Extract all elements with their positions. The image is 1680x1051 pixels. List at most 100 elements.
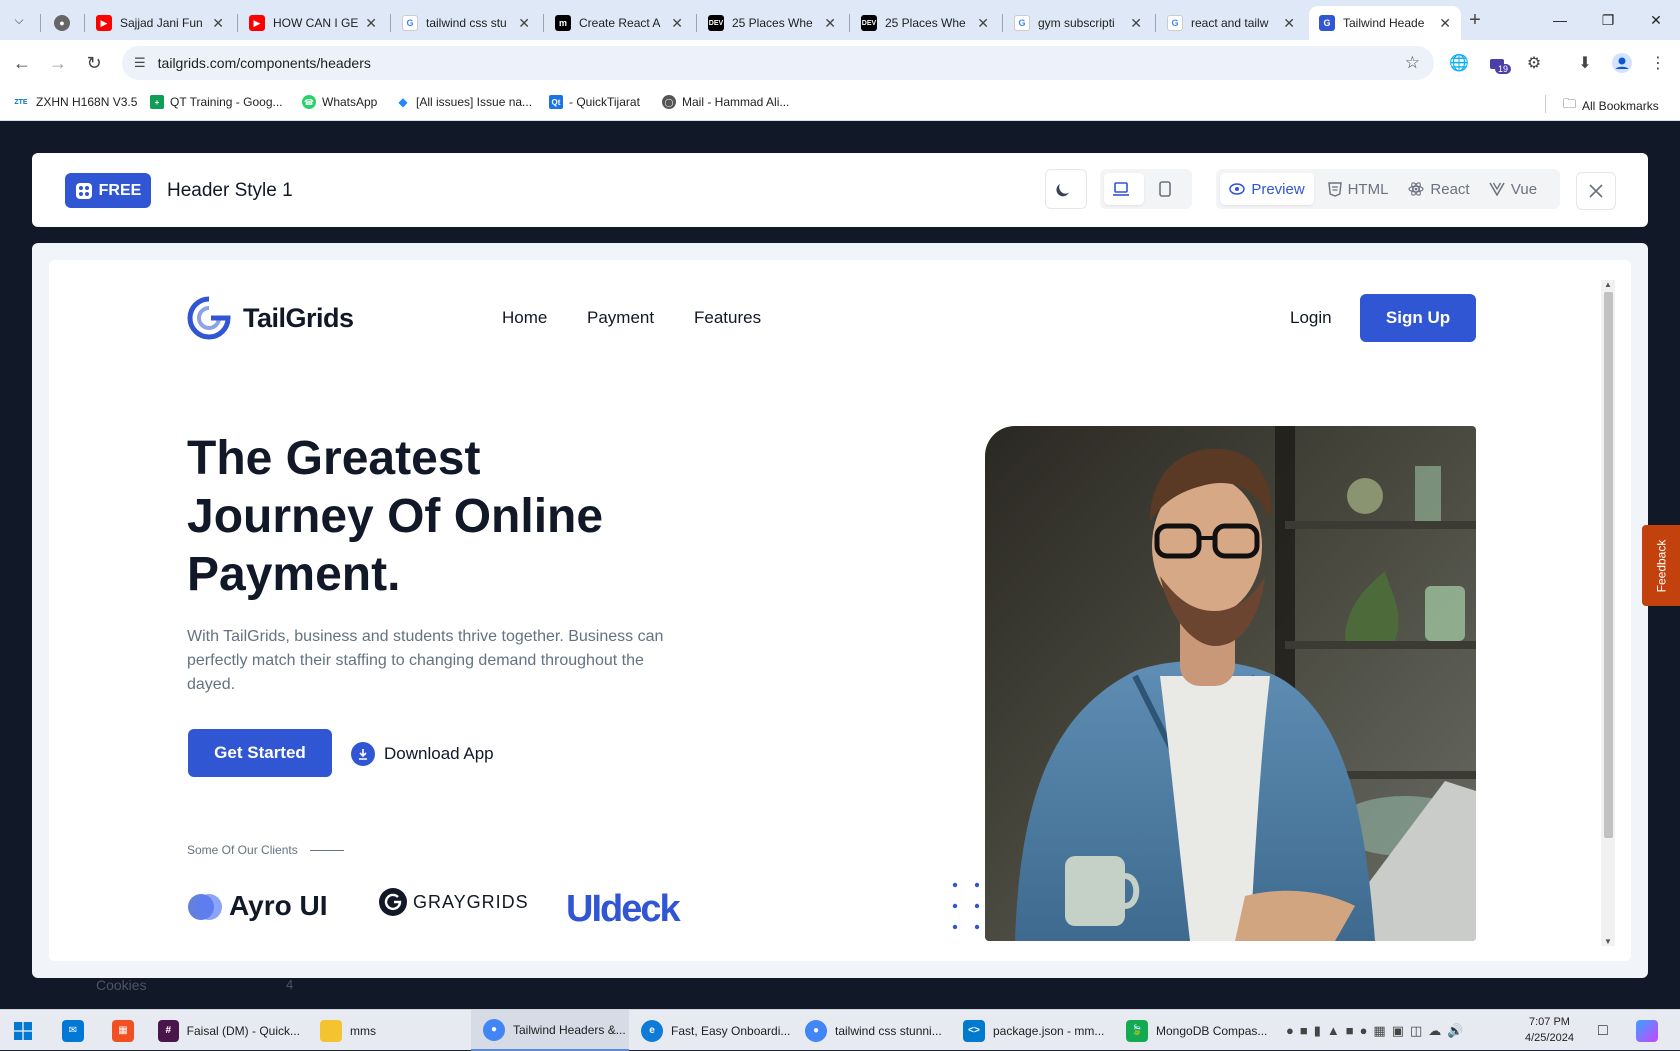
taskbar-app-5[interactable]: <> package.json - mm...	[963, 1010, 1113, 1051]
close-modal-button[interactable]	[1576, 172, 1616, 210]
all-bookmarks-label: All Bookmarks	[1582, 99, 1659, 113]
system-clock[interactable]: 7:07 PM 4/25/2024	[1525, 1014, 1574, 1046]
tab-vue[interactable]: Vue	[1482, 173, 1544, 205]
taskbar-app-6[interactable]: 🍃 MongoDB Compas...	[1126, 1010, 1276, 1051]
taskbar-app-label: MongoDB Compas...	[1156, 1023, 1268, 1038]
close-icon[interactable]: ✕	[1130, 15, 1142, 32]
tab-separator	[1002, 14, 1003, 32]
mobile-view-button[interactable]	[1148, 173, 1188, 205]
dark-mode-toggle[interactable]	[1045, 169, 1087, 209]
taskbar-app-1[interactable]: mms	[320, 1010, 440, 1051]
close-icon[interactable]: ✕	[1283, 15, 1295, 32]
site-logo[interactable]: TailGrids	[187, 296, 354, 340]
translate-icon[interactable]: 🌐	[1448, 52, 1470, 74]
tab-3[interactable]: m Create React A ✕	[545, 6, 693, 40]
download-app-link[interactable]: Download App	[351, 742, 494, 766]
taskbar-app-3[interactable]: e Fast, Easy Onboardi...	[641, 1010, 791, 1051]
close-icon[interactable]: ✕	[365, 15, 377, 32]
profile-avatar-icon[interactable]	[1611, 52, 1633, 74]
forward-button[interactable]: →	[43, 48, 73, 78]
tab-1[interactable]: ▶ HOW CAN I GE ✕	[239, 6, 387, 40]
back-button[interactable]: ←	[7, 48, 37, 78]
close-icon[interactable]: ✕	[671, 15, 683, 32]
bookmark-qt-training[interactable]: + QT Training - Goog...	[150, 95, 283, 109]
scroll-up-icon[interactable]: ▲	[1604, 280, 1612, 289]
close-icon[interactable]: ✕	[977, 15, 989, 32]
windows-taskbar: ✉ ▦ # Faisal (DM) - Quick... mms ● Tailw…	[0, 1009, 1680, 1051]
google-icon: G	[1167, 15, 1183, 31]
restore-icon[interactable]: ❐	[1584, 0, 1632, 40]
eye-icon	[1229, 183, 1246, 195]
tab-search-chevron-icon[interactable]: ⌵	[4, 5, 34, 35]
tab-8-active[interactable]: G Tailwind Heade ✕	[1309, 6, 1461, 40]
feedback-tab[interactable]: Feedback	[1642, 525, 1680, 606]
scroll-down-icon[interactable]: ▼	[1604, 937, 1612, 946]
client-ayroui-name: Ayro UI	[229, 890, 328, 921]
nav-home[interactable]: Home	[502, 308, 547, 328]
bookmark-quicktijarat[interactable]: Qt - QuickTijarat	[549, 95, 640, 109]
hero-title: The Greatest Journey Of Online Payment.	[187, 432, 604, 601]
desktop-view-button[interactable]	[1104, 173, 1144, 205]
close-icon[interactable]: ✕	[1439, 15, 1451, 32]
taskbar-app-label: package.json - mm...	[993, 1023, 1105, 1038]
system-tray-icons[interactable]: ●■▮▲■●▦▣◫☁🔊	[1286, 1010, 1469, 1051]
notification-icon[interactable]: □	[1598, 1010, 1608, 1051]
tab-title: 25 Places Whe	[885, 16, 966, 30]
taskbar-app-0[interactable]: # Faisal (DM) - Quick...	[158, 1010, 300, 1051]
tab-html[interactable]: HTML	[1320, 173, 1396, 205]
youtube-icon: ▶	[249, 15, 265, 31]
tab-6[interactable]: G gym subscripti ✕	[1004, 6, 1152, 40]
taskbar-app-2[interactable]: ● Tailwind Headers &...	[471, 1010, 629, 1051]
tab-strip: ⌵ ● ▶ Sajjad Jani Fun ✕ ▶ HOW CAN I GE ✕…	[0, 0, 1680, 40]
scrollbar-thumb[interactable]	[1604, 292, 1613, 838]
zte-icon: ZTE	[14, 98, 28, 106]
start-button[interactable]	[14, 1010, 32, 1051]
tab-title: Create React A	[579, 16, 661, 30]
close-icon[interactable]: ✕	[518, 15, 530, 32]
preview-frame: TailGrids Home Payment Features Login Si…	[49, 260, 1631, 961]
taskbar-app-4[interactable]: ● tailwind css stunni...	[805, 1010, 955, 1051]
login-link[interactable]: Login	[1290, 308, 1332, 328]
bookmark-zte[interactable]: ZTE ZXHN H168N V3.5	[12, 95, 137, 109]
tab-react[interactable]: React	[1400, 173, 1478, 205]
download-icon[interactable]: ⬇	[1574, 52, 1596, 74]
address-bar[interactable]: ☰ tailgrids.com/components/headers ☆	[122, 46, 1434, 80]
taskbar-mail[interactable]: ✉	[62, 1010, 92, 1051]
signup-button[interactable]: Sign Up	[1360, 294, 1476, 342]
tab-0[interactable]: ▶ Sajjad Jani Fun ✕	[86, 6, 234, 40]
nav-payment[interactable]: Payment	[587, 308, 654, 328]
tab-pinned-group[interactable]: ●	[44, 6, 82, 40]
nav-features[interactable]: Features	[694, 308, 761, 328]
bookmark-jira[interactable]: ◆ [All issues] Issue na...	[396, 95, 532, 109]
close-icon[interactable]: ✕	[824, 15, 836, 32]
new-tab-button[interactable]: +	[1460, 5, 1490, 35]
mail-icon: ✉	[62, 1019, 84, 1042]
clients-label: Some Of Our Clients	[187, 843, 298, 857]
tab-5[interactable]: DEV 25 Places Whe ✕	[851, 6, 999, 40]
tab-7[interactable]: G react and tailw ✕	[1157, 6, 1305, 40]
menu-kebab-icon[interactable]: ⋮	[1647, 52, 1669, 74]
bookmark-label: QT Training - Goog...	[170, 95, 283, 109]
tab-preview[interactable]: Preview	[1220, 173, 1314, 205]
close-window-icon[interactable]: ✕	[1632, 0, 1680, 40]
puzzle-icon[interactable]: ⚙	[1523, 52, 1545, 74]
site-info-icon[interactable]: ☰	[134, 55, 146, 71]
copilot-icon[interactable]	[1636, 1010, 1666, 1051]
get-started-button[interactable]: Get Started	[188, 729, 332, 777]
tab-2[interactable]: G tailwind css stu ✕	[392, 6, 540, 40]
bookmark-star-icon[interactable]: ☆	[1405, 53, 1420, 73]
minimize-icon[interactable]: —	[1536, 0, 1584, 40]
tab-4[interactable]: DEV 25 Places Whe ✕	[698, 6, 846, 40]
taskbar-store[interactable]: ▦	[112, 1010, 142, 1051]
close-icon[interactable]: ✕	[212, 15, 224, 32]
bookmark-whatsapp[interactable]: ☎ WhatsApp	[302, 95, 377, 109]
reload-button[interactable]: ↻	[79, 48, 109, 78]
bookmark-mail[interactable]: ◯ Mail - Hammad Ali...	[662, 95, 789, 109]
component-title: Header Style 1	[167, 180, 293, 201]
vue-icon	[1489, 182, 1505, 196]
all-bookmarks-button[interactable]: 🗀 All Bookmarks	[1563, 95, 1659, 117]
hero-description: With TailGrids, business and students th…	[187, 628, 664, 693]
tailgrids-icon: G	[1319, 15, 1335, 31]
taskbar-app-label: Faisal (DM) - Quick...	[186, 1023, 300, 1038]
preview-scrollbar[interactable]: ▲ ▼	[1601, 280, 1615, 946]
